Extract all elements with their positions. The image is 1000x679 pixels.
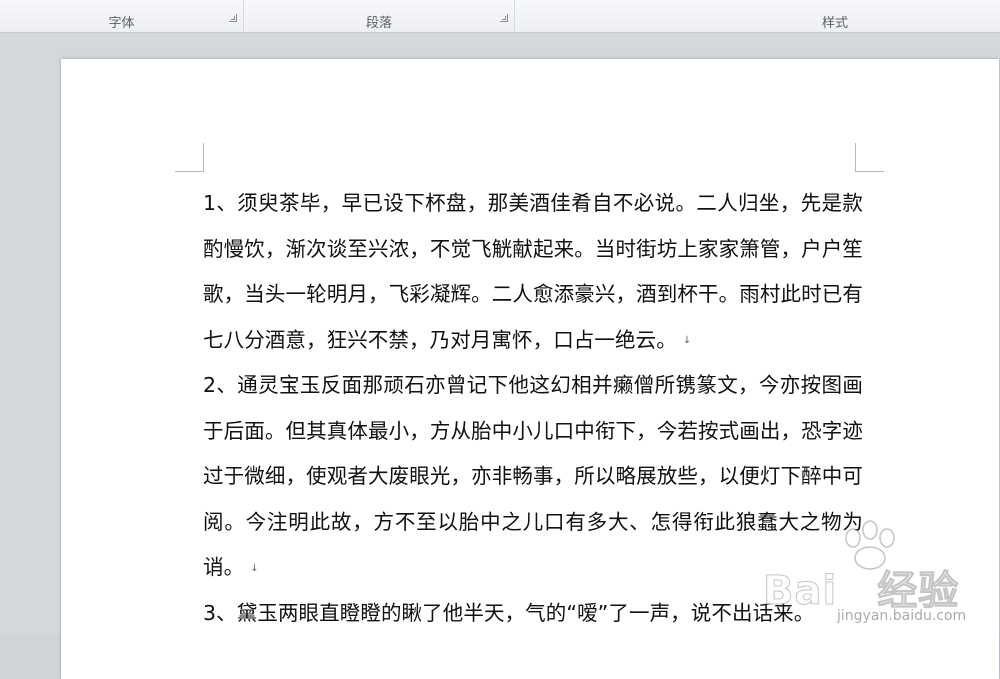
font-dialog-launcher-icon[interactable] — [229, 14, 237, 22]
paragraph-1[interactable]: 1、须臾茶毕，早已设下杯盘，那美酒佳肴自不必说。二人归坐，先是款酌慢饮，渐次谈至… — [203, 181, 863, 363]
paragraph-3-text: 3、黛玉两眼直瞪瞪的瞅了他半天，气的“嗳”了一声，说不出话来。 — [203, 601, 815, 625]
ribbon-group-labels: 字体 段落 样式 — [0, 0, 1000, 33]
ribbon-group-styles: 样式 — [515, 0, 1000, 32]
ribbon-group-paragraph: 段落 — [244, 0, 515, 32]
paragraph-dialog-launcher-icon[interactable] — [500, 14, 508, 22]
paragraph-mark-icon: ↓ — [682, 334, 692, 346]
paragraph-2-text: 2、通灵宝玉反面那顽石亦曾记下他这幻相并癞僧所镌篆文，今亦按图画于后面。但其真体… — [203, 373, 863, 580]
margin-corner-top-left — [175, 143, 204, 172]
document-area[interactable]: 1、须臾茶毕，早已设下杯盘，那美酒佳肴自不必说。二人归坐，先是款酌慢饮，渐次谈至… — [0, 33, 1000, 679]
ribbon-group-font: 字体 — [0, 0, 244, 32]
paragraph-1-text: 1、须臾茶毕，早已设下杯盘，那美酒佳肴自不必说。二人归坐，先是款酌慢饮，渐次谈至… — [203, 191, 863, 352]
document-page[interactable]: 1、须臾茶毕，早已设下杯盘，那美酒佳肴自不必说。二人归坐，先是款酌慢饮，渐次谈至… — [61, 59, 999, 679]
paragraph-3[interactable]: 3、黛玉两眼直瞪瞪的瞅了他半天，气的“嗳”了一声，说不出话来。 — [203, 591, 863, 637]
ribbon-group-font-label: 字体 — [108, 16, 135, 31]
ribbon-group-paragraph-label: 段落 — [365, 16, 392, 31]
margin-corner-top-right — [855, 143, 884, 172]
paragraph-2[interactable]: 2、通灵宝玉反面那顽石亦曾记下他这幻相并癞僧所镌篆文，今亦按图画于后面。但其真体… — [203, 363, 863, 591]
paragraph-mark-icon: ↓ — [250, 562, 259, 574]
document-body[interactable]: 1、须臾茶毕，早已设下杯盘，那美酒佳肴自不必说。二人归坐，先是款酌慢饮，渐次谈至… — [203, 181, 863, 637]
ribbon-group-styles-label: 样式 — [821, 16, 848, 31]
